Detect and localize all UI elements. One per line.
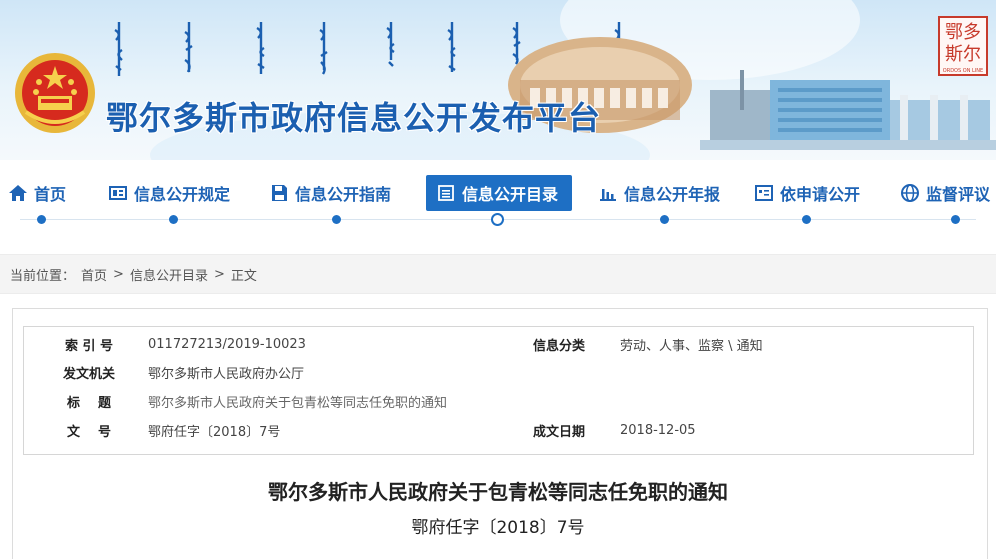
home-icon xyxy=(8,183,28,203)
nav-dot xyxy=(802,215,811,224)
docno-label: 文 号 xyxy=(66,424,112,440)
index-label: 索 引 号 xyxy=(64,338,114,354)
breadcrumb: 当前位置： 首页 > 信息公开目录 > 正文 xyxy=(0,254,996,294)
breadcrumb-separator: > xyxy=(113,266,124,282)
nav-item-guide[interactable]: 信息公开指南 xyxy=(269,175,391,211)
ordos-online-logo[interactable]: 鄂多 斯尔 ORDOS ON LINE xyxy=(938,16,988,76)
nav-item-rules[interactable]: 信息公开规定 xyxy=(108,175,230,211)
globe-icon xyxy=(900,183,920,203)
nav-item-annual-report[interactable]: 信息公开年报 xyxy=(598,175,720,211)
seal-text-bottom: 斯尔 xyxy=(945,44,981,65)
category-label: 信息分类 xyxy=(532,338,585,354)
nav-item-label: 依申请公开 xyxy=(780,185,861,204)
nav-dot xyxy=(332,215,341,224)
issuer-value: 鄂尔多斯市人民政府办公厅 xyxy=(148,366,305,382)
document-metadata-table: 索 引 号 011727213/2019-10023 信息分类 劳动、人事、监察… xyxy=(23,326,974,455)
seal-caption: ORDOS ON LINE xyxy=(942,68,984,74)
index-value: 011727213/2019-10023 xyxy=(148,336,306,352)
nav-item-supervision[interactable]: 监督评议 xyxy=(900,175,990,211)
nav-dot xyxy=(660,215,669,224)
nav-item-home[interactable]: 首页 xyxy=(8,175,66,211)
meta-row-docno: 文 号 鄂府任字〔2018〕7号 成文日期 2018-12-05 xyxy=(24,417,973,443)
nav-item-label: 信息公开目录 xyxy=(462,185,559,204)
nav-dot xyxy=(169,215,178,224)
content-area: 索 引 号 011727213/2019-10023 信息分类 劳动、人事、监察… xyxy=(0,308,996,559)
nav-dot-active xyxy=(491,213,504,226)
title-value: 鄂尔多斯市人民政府关于包青松等同志任免职的通知 xyxy=(148,395,448,411)
document-title: 鄂尔多斯市人民政府关于包青松等同志任免职的通知 xyxy=(268,480,728,504)
nav-item-label: 信息公开年报 xyxy=(624,185,721,204)
save-icon xyxy=(269,183,289,203)
breadcrumb-current: 正文 xyxy=(230,268,257,284)
rules-icon xyxy=(108,183,128,203)
main-nav: 首页 信息公开规定 信息公开指南 信息公开目录 信息公开年报 依申请公开 监督评… xyxy=(0,162,996,244)
breadcrumb-home-link[interactable]: 首页 xyxy=(81,265,107,284)
category-value: 劳动、人事、监察 \ 通知 xyxy=(620,338,763,354)
issuer-label: 发文机关 xyxy=(62,366,115,382)
nav-item-label: 信息公开指南 xyxy=(295,185,392,204)
breadcrumb-catalog-link[interactable]: 信息公开目录 xyxy=(130,265,208,284)
nav-item-catalog[interactable]: 信息公开目录 xyxy=(426,175,573,211)
meta-row-index: 索 引 号 011727213/2019-10023 信息分类 劳动、人事、监察… xyxy=(24,331,973,357)
breadcrumb-separator: > xyxy=(213,266,225,282)
title-label: 标 题 xyxy=(66,395,112,411)
seal-text-top: 鄂多 xyxy=(945,22,981,43)
nav-item-label: 首页 xyxy=(34,185,67,204)
form-icon xyxy=(754,183,774,203)
site-title: 鄂尔多斯市政府信息公开发布平台 xyxy=(106,99,602,137)
nav-item-label: 监督评议 xyxy=(926,185,991,204)
nav-dot xyxy=(951,215,960,224)
nav-item-label: 信息公开规定 xyxy=(134,185,231,204)
nav-dot xyxy=(37,215,46,224)
breadcrumb-prefix: 当前位置： xyxy=(10,268,76,284)
nav-item-apply[interactable]: 依申请公开 xyxy=(754,175,860,211)
national-emblem-icon xyxy=(14,52,96,134)
meta-row-title: 标 题 鄂尔多斯市人民政府关于包青松等同志任免职的通知 xyxy=(24,388,973,414)
date-label: 成文日期 xyxy=(532,424,585,440)
site-banner: 鄂尔多斯市政府信息公开发布平台 鄂多 斯尔 ORDOS ON LINE xyxy=(0,0,996,160)
list-icon xyxy=(436,183,456,203)
document-number: 鄂府任字〔2018〕7号 xyxy=(411,518,585,538)
date-value: 2018-12-05 xyxy=(620,422,696,438)
bar-chart-icon xyxy=(598,183,618,203)
meta-row-issuer: 发文机关 鄂尔多斯市人民政府办公厅 xyxy=(24,359,973,385)
docno-value: 鄂府任字〔2018〕7号 xyxy=(148,424,281,440)
